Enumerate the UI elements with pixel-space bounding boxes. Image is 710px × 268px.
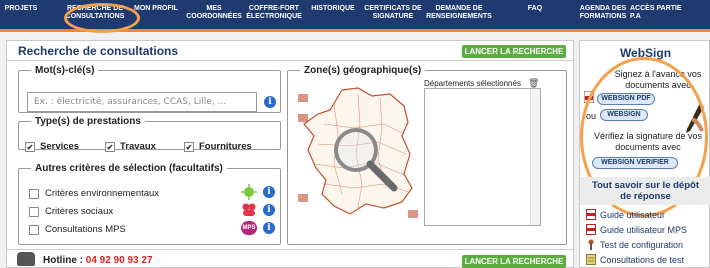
pdf-icon — [586, 224, 596, 235]
checkbox-box[interactable] — [29, 188, 39, 199]
checkbox-environnementaux[interactable]: Critères environnementaux — [29, 188, 159, 199]
nav-demande-renseignements[interactable]: DEMANDE DE RENSEIGNEMENTS — [424, 0, 494, 29]
mps-info-icon[interactable]: i — [263, 222, 275, 234]
checkbox-label: Critères environnementaux — [45, 188, 160, 199]
checkbox-label: Critères sociaux — [45, 206, 114, 217]
wrench-icon — [588, 239, 594, 250]
search-button-top[interactable]: LANCER LA RECHERCHE — [462, 45, 566, 58]
checkbox-label: Travaux — [120, 141, 156, 152]
nav-certificats[interactable]: CERTIFICATS DE SIGNATURE — [362, 0, 424, 29]
checkbox-box[interactable] — [29, 224, 39, 235]
checkbox-sociaux[interactable]: Critères sociaux — [29, 206, 113, 217]
keywords-fieldset: Mot(s)-clé(s) Ex. : électricité, assuran… — [18, 65, 281, 113]
nav-coffre-fort[interactable]: COFFRE-FORT ÉLECTRONIQUE — [244, 0, 304, 29]
help-link-label: Guide utilisateur MPS — [600, 224, 688, 235]
hotline-label: Hotline : — [43, 255, 83, 266]
nav-mon-profil[interactable]: MON PROFIL — [128, 0, 184, 29]
dept-list[interactable] — [424, 88, 541, 226]
websign-or-label: ou — [586, 111, 597, 121]
top-nav: PROJETS RECHERCHE DE CONSULTATIONS MON P… — [0, 0, 710, 32]
link-guide-utilisateur[interactable]: Guide utilisateur — [586, 209, 665, 220]
search-button-bottom[interactable]: LANCER LA RECHERCHE — [462, 255, 566, 268]
nav-recherche-consultations[interactable]: RECHERCHE DE CONSULTATIONS — [62, 0, 128, 29]
websign-panel: WebSign Signez à l'avance vos documents … — [579, 40, 710, 268]
help-header: Tout savoir sur le dépôt de réponse — [580, 177, 710, 205]
link-test-configuration[interactable]: Test de configuration — [586, 239, 683, 250]
link-guide-mps[interactable]: Guide utilisateur MPS — [586, 224, 687, 235]
checkbox-label: Services — [40, 141, 80, 152]
websign-verify-button[interactable]: WEBSIGN VERIFIER — [592, 157, 678, 169]
zone-fieldset: Zone(s) géographique(s) Départements sél… — [287, 65, 567, 245]
page-title: Recherche de consultations — [18, 44, 179, 58]
help-link-label: Test de configuration — [600, 239, 684, 250]
nav-acces-partie-pa[interactable]: ACCÈS PARTIE P.A — [630, 0, 690, 29]
prestations-fieldset: Type(s) de prestations ✔ Services ✔ Trav… — [18, 116, 281, 152]
help-link-label: Guide utilisateur — [600, 209, 666, 220]
mps-icon: MPS — [241, 221, 257, 235]
criteria-legend: Autres critères de sélection (facultatif… — [35, 163, 223, 174]
bottom-divider — [7, 249, 575, 250]
nav-mes-coordonnees[interactable]: MES COORDONNÉES — [184, 0, 244, 29]
help-link-label: Consultations de test — [600, 254, 685, 265]
social-info-icon[interactable]: i — [263, 204, 275, 216]
checkbox-box[interactable] — [29, 206, 39, 217]
nav-faq[interactable]: FAQ — [494, 0, 576, 29]
dept-selected-label: Départements sélectionnés — [424, 79, 521, 88]
social-icon — [242, 203, 256, 216]
phone-icon — [17, 252, 35, 266]
search-panel: Recherche de consultations LANCER LA REC… — [6, 40, 575, 268]
checkbox-box[interactable]: ✔ — [105, 141, 115, 152]
pdf-icon — [586, 209, 596, 220]
websign-title: WebSign — [619, 46, 672, 60]
websign-text-sign: Signez à l'avance vos documents avec — [614, 69, 702, 90]
zone-legend: Zone(s) géographique(s) — [304, 65, 422, 76]
checkbox-label: Fournitures — [199, 141, 252, 152]
dept-list-scrollbar[interactable] — [530, 89, 540, 225]
checkbox-mps[interactable]: Consultations MPS — [29, 224, 126, 235]
websign-text-verify: Vérifiez la signature de vos documents a… — [593, 131, 703, 152]
keywords-legend: Mot(s)-clé(s) — [35, 65, 95, 76]
checkbox-fournitures[interactable]: ✔ Fournitures — [184, 141, 252, 152]
environment-icon — [241, 184, 257, 200]
websign-button[interactable]: WEBSIGN — [600, 109, 648, 121]
checkbox-services[interactable]: ✔ Services — [25, 141, 79, 152]
link-consultations-test[interactable]: Consultations de test — [586, 254, 684, 265]
nav-agenda-formations[interactable]: AGENDA DES FORMATIONS — [576, 0, 630, 29]
france-map[interactable] — [294, 84, 422, 224]
nav-projets[interactable]: PROJETS — [0, 0, 42, 29]
hotline: Hotline : 04 92 90 93 27 — [43, 255, 153, 266]
pen-icon — [686, 103, 704, 133]
title-divider — [7, 60, 575, 61]
websign-pdf-button[interactable]: WEBSIGN PDF — [597, 93, 655, 105]
checkbox-label: Consultations MPS — [45, 224, 126, 235]
keywords-input[interactable]: Ex. : électricité, assurances, CCAS, Lil… — [27, 92, 257, 112]
test-icon — [586, 254, 596, 265]
hotline-number: 04 92 90 93 27 — [85, 255, 153, 266]
pdf-icon — [584, 91, 594, 103]
criteria-fieldset: Autres critères de sélection (facultatif… — [18, 163, 281, 245]
prestations-legend: Type(s) de prestations — [35, 116, 141, 127]
nav-historique[interactable]: HISTORIQUE — [304, 0, 362, 29]
keywords-info-icon[interactable]: i — [264, 96, 276, 108]
checkbox-box[interactable]: ✔ — [25, 141, 35, 152]
checkbox-travaux[interactable]: ✔ Travaux — [105, 141, 156, 152]
checkbox-box[interactable]: ✔ — [184, 141, 194, 152]
env-info-icon[interactable]: i — [263, 186, 275, 198]
